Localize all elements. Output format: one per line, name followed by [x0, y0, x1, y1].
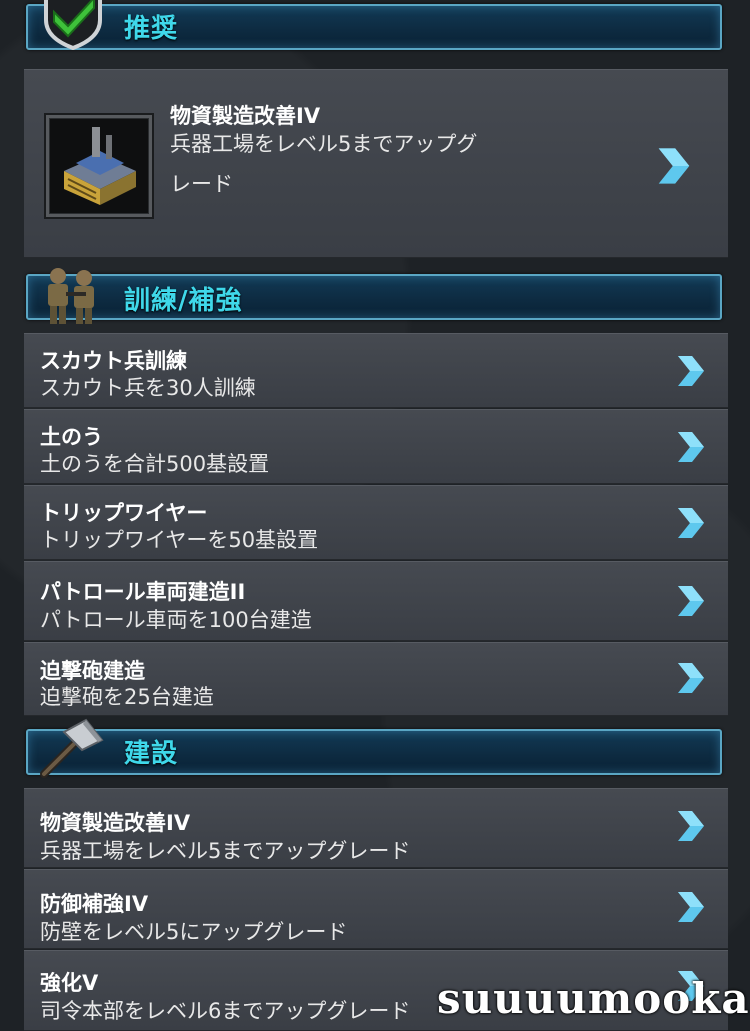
featured-desc-line2: レード: [170, 172, 233, 196]
mission-row[interactable]: スカウト兵訓練 スカウト兵を30人訓練: [24, 333, 728, 408]
section-header-construction: 建設: [26, 729, 722, 775]
featured-desc-line1: 兵器工場をレベル5までアップグ: [170, 132, 478, 156]
section-title: 推奨: [124, 14, 179, 44]
mission-title: 防御補強IV: [40, 892, 149, 916]
section-title: 訓練/補強: [124, 286, 243, 316]
section-header-recommended: 推奨: [26, 4, 722, 50]
mission-desc: パトロール車両を100台建造: [40, 608, 312, 632]
mission-title: 強化V: [40, 971, 99, 995]
chevron-right-icon[interactable]: [676, 354, 706, 388]
hammer-icon: [40, 718, 104, 778]
watermark: suuuumooka: [437, 974, 750, 1023]
section-title: 建設: [124, 739, 179, 769]
mission-row[interactable]: トリップワイヤー トリップワイヤーを50基設置: [24, 485, 728, 560]
featured-title: 物資製造改善IV: [170, 104, 321, 128]
mission-row[interactable]: パトロール車両建造II パトロール車両を100台建造: [24, 561, 728, 641]
mission-title: 物資製造改善IV: [40, 811, 191, 835]
mission-desc: トリップワイヤーを50基設置: [40, 528, 319, 552]
mission-desc: 司令本部をレベル6までアップグレード: [40, 999, 411, 1023]
featured-mission-card[interactable]: 物資製造改善IV 兵器工場をレベル5までアップグ レード: [24, 69, 728, 258]
mission-desc: スカウト兵を30人訓練: [40, 376, 256, 400]
mission-title: スカウト兵訓練: [40, 349, 187, 373]
mission-desc: 防壁をレベル5にアップグレード: [40, 920, 348, 944]
mission-row[interactable]: 土のう 土のうを合計500基設置: [24, 409, 728, 484]
mission-row[interactable]: 物資製造改善IV 兵器工場をレベル5までアップグレード: [24, 788, 728, 868]
section-header-training: 訓練/補強: [26, 274, 722, 320]
chevron-right-icon[interactable]: [676, 584, 706, 618]
mission-row[interactable]: 防御補強IV 防壁をレベル5にアップグレード: [24, 869, 728, 949]
weapons-factory-icon: [44, 113, 154, 219]
chevron-right-icon[interactable]: [676, 809, 706, 843]
mission-title: パトロール車両建造II: [40, 580, 246, 604]
chevron-right-icon[interactable]: [656, 146, 692, 186]
chevron-right-icon[interactable]: [676, 430, 706, 464]
mission-desc: 土のうを合計500基設置: [40, 452, 270, 476]
chevron-right-icon[interactable]: [676, 890, 706, 924]
mission-row[interactable]: 迫撃砲建造 迫撃砲を25台建造: [24, 642, 728, 716]
chevron-right-icon[interactable]: [676, 661, 706, 695]
chevron-right-icon[interactable]: [676, 506, 706, 540]
soldiers-icon: [48, 268, 94, 324]
mission-title: 土のう: [40, 425, 103, 449]
green-check-shield-icon: [44, 0, 102, 50]
mission-desc: 兵器工場をレベル5までアップグレード: [40, 839, 411, 863]
mission-desc: 迫撃砲を25台建造: [40, 685, 214, 709]
mission-title: トリップワイヤー: [40, 501, 208, 525]
